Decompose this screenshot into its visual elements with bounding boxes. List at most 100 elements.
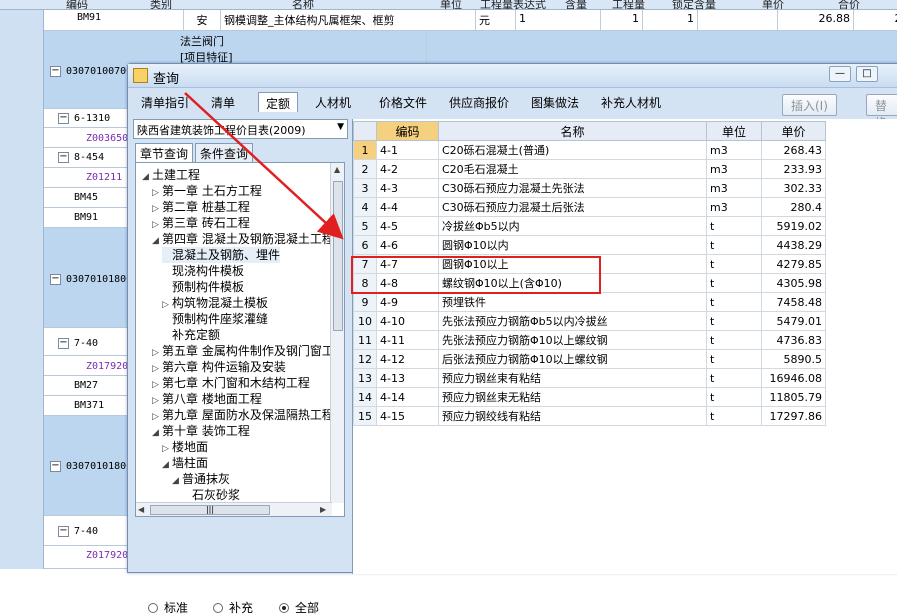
grid-header-code[interactable]: 编码	[376, 121, 439, 141]
tree-node[interactable]: ▷ 第一章 土石方工程	[152, 183, 262, 199]
tree-node[interactable]: 补充定额	[162, 327, 220, 343]
table-row[interactable]: 15 4-15 预应力钢绞线有粘结 t 17297.86	[353, 406, 826, 426]
scroll-up-icon[interactable]: ▲	[334, 165, 340, 174]
tab-supplier-quote[interactable]: 供应商报价	[442, 92, 516, 112]
tree-node[interactable]: ◢ 土建工程	[142, 167, 200, 183]
row-index: 4	[353, 197, 377, 217]
tab-supplement-lmm[interactable]: 补充人材机	[594, 92, 668, 112]
maximize-button[interactable]: □	[856, 66, 878, 82]
bg-row-bm91-top[interactable]: BM91 安 钢模调整_主体结构凡属框架、框剪 元 1 1 1 26.88 26…	[44, 10, 897, 31]
tree-node[interactable]: 石灰砂浆	[182, 487, 240, 503]
expand-toggle[interactable]: −	[50, 66, 61, 77]
cell-name: C30砾石预应力混凝土后张法	[438, 197, 707, 217]
collapse-icon[interactable]: ◢	[162, 457, 172, 473]
dialog-title: 查询	[153, 72, 180, 87]
table-row[interactable]: 3 4-3 C30砾石预应力混凝土先张法 m3 302.33	[353, 178, 826, 198]
collapse-icon[interactable]: ◢	[152, 233, 162, 249]
expand-toggle[interactable]: −	[58, 526, 69, 537]
cell-name: 后张法预应力钢筋Φ10以上螺纹钢	[438, 349, 707, 369]
tree-horizontal-scrollbar[interactable]: ◀ ||| ▶	[136, 502, 332, 516]
bg-valve-line1: 法兰阀门	[180, 35, 224, 48]
tree-node[interactable]: ▷ 构筑物混凝土模板	[162, 295, 268, 311]
row-index: 13	[353, 368, 377, 388]
table-row[interactable]: 10 4-10 先张法预应力钢筋Φb5以内冷拔丝 t 5479.01	[353, 311, 826, 331]
grid-header-unit[interactable]: 单位	[706, 121, 762, 141]
scroll-thumb[interactable]	[333, 181, 343, 331]
insert-button[interactable]: 插入(I)	[782, 94, 837, 116]
tab-atlas-method[interactable]: 图集做法	[524, 92, 586, 112]
table-row[interactable]: 12 4-12 后张法预应力钢筋Φ10以上螺纹钢 t 5890.5	[353, 349, 826, 369]
cell-unit: t	[706, 368, 762, 388]
grid-header-price[interactable]: 单价	[761, 121, 826, 141]
collapse-icon[interactable]: ◢	[172, 473, 182, 489]
tree-node[interactable]: 预制构件模板	[162, 279, 244, 295]
cell-code: 4-6	[376, 235, 439, 255]
bg-col-code: 编码	[66, 0, 88, 10]
collapse-icon[interactable]: ◢	[142, 169, 152, 185]
cell-name: 冷拔丝Φb5以内	[438, 216, 707, 236]
tree-node[interactable]: ▷ 第七章 木门窗和木结构工程	[152, 375, 310, 391]
tree-node[interactable]: 预制构件座浆灌缝	[162, 311, 268, 327]
query-dialog: 查询 — □ 清单指引 清单 定额 人材机 价格文件 供应商报价 图集做法 补充…	[127, 63, 897, 615]
radio-all[interactable]: 全部	[279, 599, 319, 616]
tree-node[interactable]: ▷ 第五章 金属构件制作及钢门窗工程	[152, 343, 344, 359]
table-row[interactable]: 13 4-13 预应力钢丝束有粘结 t 16946.08	[353, 368, 826, 388]
bg-col-expr: 工程量表达式	[480, 0, 546, 10]
tree-node-label: 第四章 混凝土及钢筋混凝土工程	[162, 232, 334, 246]
grid-header-name[interactable]: 名称	[438, 121, 707, 141]
tree-node[interactable]: ▷ 第八章 楼地面工程	[152, 391, 262, 407]
tree-node[interactable]: ▷ 楼地面	[162, 439, 208, 455]
tree-node[interactable]: ◢ 墙柱面	[162, 455, 208, 471]
expand-toggle[interactable]: −	[58, 338, 69, 349]
scroll-thumb[interactable]: |||	[150, 505, 270, 515]
table-row[interactable]: 1 4-1 C20砾石混凝土(普通) m3 268.43	[353, 140, 826, 160]
tab-chapter-search[interactable]: 章节查询	[135, 143, 194, 162]
expand-toggle[interactable]: −	[58, 113, 69, 124]
table-row[interactable]: 5 4-5 冷拔丝Φb5以内 t 5919.02	[353, 216, 826, 236]
tree-node[interactable]: ◢ 第十章 装饰工程	[152, 423, 250, 439]
tree-node[interactable]: ▷ 第二章 桩基工程	[152, 199, 250, 215]
replace-button[interactable]: 替换	[866, 94, 897, 130]
tree-node[interactable]: 现浇构件模板	[162, 263, 244, 279]
tree-node[interactable]: ▷ 第九章 屋面防水及保温隔热工程	[152, 407, 334, 423]
minimize-button[interactable]: —	[829, 66, 851, 82]
radio-supplement[interactable]: 补充	[213, 599, 253, 616]
row-index: 14	[353, 387, 377, 407]
tree-node[interactable]: 混凝土及钢筋、埋件	[162, 247, 281, 263]
radio-label: 全部	[295, 601, 320, 615]
scroll-left-icon[interactable]: ◀	[138, 505, 144, 514]
tab-list[interactable]: 清单	[204, 92, 242, 112]
table-row[interactable]: 6 4-6 圆钢Φ10以内 t 4438.29	[353, 235, 826, 255]
radio-label: 标准	[164, 601, 189, 615]
cell-unit: t	[706, 406, 762, 426]
tab-price-file[interactable]: 价格文件	[372, 92, 434, 112]
radio-standard[interactable]: 标准	[148, 599, 188, 616]
library-select[interactable]: 陕西省建筑装饰工程价目表(2009) ▼	[133, 119, 348, 139]
tree-node[interactable]: ▷ 第六章 构件运输及安装	[152, 359, 286, 375]
dialog-titlebar[interactable]: 查询 — □	[128, 64, 897, 88]
tab-labor-material-machine[interactable]: 人材机	[308, 92, 358, 112]
expand-toggle[interactable]: −	[50, 461, 61, 472]
tree-node-label: 第六章 构件运输及安装	[162, 360, 286, 374]
table-row[interactable]: 9 4-9 预埋铁件 t 7458.48	[353, 292, 826, 312]
tree-vertical-scrollbar[interactable]: ▲	[330, 163, 344, 503]
table-row[interactable]: 14 4-14 预应力钢丝束无粘结 t 11805.79	[353, 387, 826, 407]
expand-toggle[interactable]: −	[58, 152, 69, 163]
cell-code: 4-2	[376, 159, 439, 179]
radio-dot	[148, 603, 158, 613]
tab-norms[interactable]: 定额	[258, 92, 299, 112]
scroll-right-icon[interactable]: ▶	[320, 505, 326, 514]
tree-node[interactable]: ◢ 普通抹灰	[172, 471, 230, 487]
bg-cell-type: 安	[184, 10, 221, 30]
table-row[interactable]: 11 4-11 先张法预应力钢筋Φ10以上螺纹钢 t 4736.83	[353, 330, 826, 350]
tree-node[interactable]: ◢ 第四章 混凝土及钢筋混凝土工程	[152, 231, 334, 247]
table-row[interactable]: 2 4-2 C20毛石混凝土 m3 233.93	[353, 159, 826, 179]
cell-code: 4-9	[376, 292, 439, 312]
table-row[interactable]: 4 4-4 C30砾石预应力混凝土后张法 m3 280.4	[353, 197, 826, 217]
expand-toggle[interactable]: −	[50, 274, 61, 285]
tree-node-label: 补充定额	[172, 328, 221, 342]
tab-list-guide[interactable]: 清单指引	[134, 92, 196, 112]
tab-condition-search[interactable]: 条件查询	[195, 143, 254, 162]
tree-node[interactable]: ▷ 第三章 砖石工程	[152, 215, 250, 231]
collapse-icon[interactable]: ◢	[152, 425, 162, 441]
